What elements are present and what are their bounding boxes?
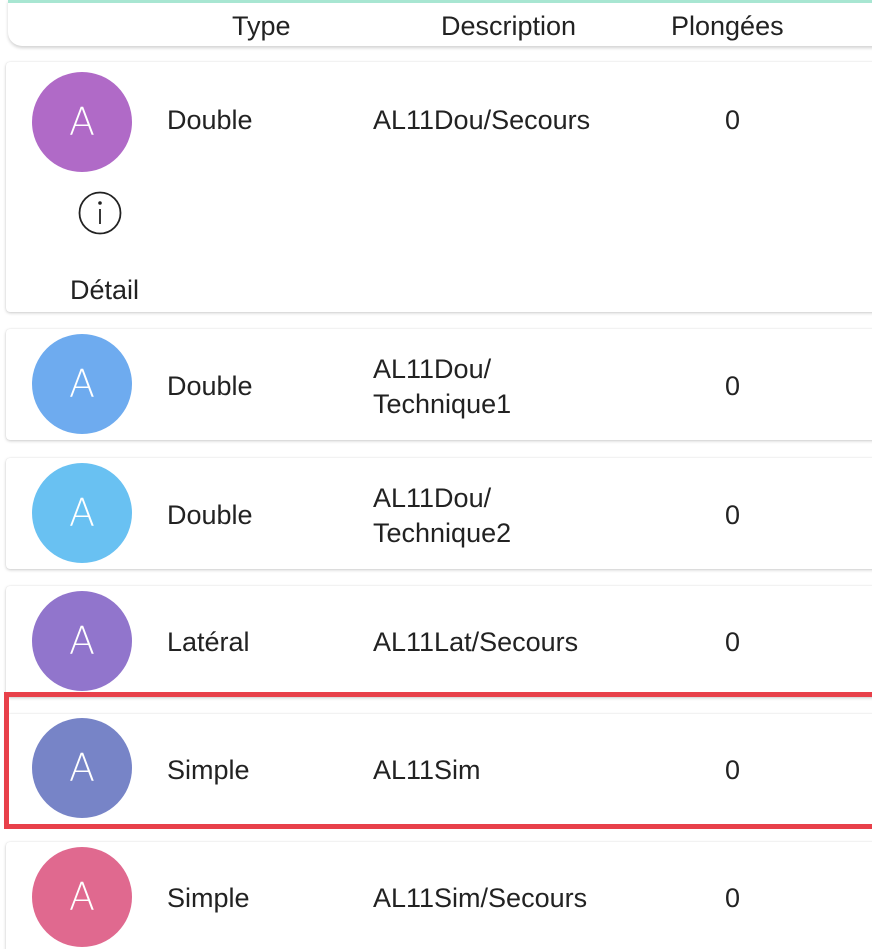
list-item[interactable]: A Simple AL11Sim/Secours 0 [6,842,872,949]
avatar-letter: A [69,100,95,144]
row-plongees: 0 [725,883,741,913]
row-description-line1: AL11Dou/ [373,354,492,384]
row-description-line1: AL11Dou/ [373,483,492,513]
list-page: Type Description Plongées A Double AL11D… [0,0,872,949]
list-item[interactable]: A Double AL11Dou/ Technique2 0 [6,458,872,569]
list-item[interactable]: A Double AL11Dou/Secours 0 Détail [6,62,872,312]
row-description: AL11Sim [373,755,481,785]
row-description-line2: Technique1 [373,389,512,419]
avatar: A [32,591,132,691]
avatar: A [32,847,132,947]
row-description: AL11Sim/Secours [373,883,588,913]
avatar: A [32,463,132,563]
row-plongees: 0 [725,755,741,785]
row-description-line2: Technique2 [373,518,512,548]
table-header: Type Description Plongées [8,0,872,46]
row-type: Simple [167,883,250,913]
avatar: A [32,334,132,434]
row-type: Latéral [167,627,250,657]
avatar-letter: A [69,619,95,663]
row-plongees: 0 [725,500,741,530]
header-type[interactable]: Type [232,11,291,42]
list-item[interactable]: A Latéral AL11Lat/Secours 0 [6,586,872,697]
avatar: A [32,718,132,818]
row-plongees: 0 [725,105,741,135]
row-plongees: 0 [725,371,741,401]
info-icon[interactable] [78,191,122,235]
row-plongees: 0 [725,627,741,657]
avatar-letter: A [69,875,95,919]
row-type: Simple [167,755,250,785]
row-description: AL11Dou/Secours [373,105,591,135]
detail-label[interactable]: Détail [70,275,139,306]
avatar-letter: A [69,491,95,535]
row-type: Double [167,371,253,401]
list-item[interactable]: A Simple AL11Sim 0 [6,714,872,825]
header-description[interactable]: Description [441,11,576,42]
avatar: A [32,72,132,172]
avatar-letter: A [69,746,95,790]
avatar-letter: A [69,362,95,406]
row-type: Double [167,105,253,135]
row-type: Double [167,500,253,530]
list-item[interactable]: A Double AL11Dou/ Technique1 0 [6,329,872,440]
row-description: AL11Lat/Secours [373,627,579,657]
header-plongees[interactable]: Plongées [671,11,784,42]
